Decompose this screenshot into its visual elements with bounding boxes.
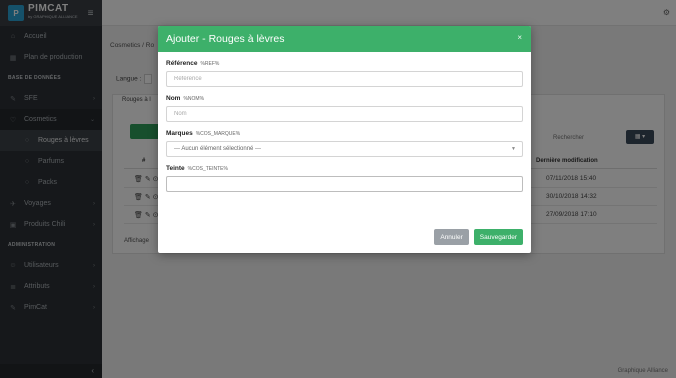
modal-footer: Annuler Sauvegarder [434, 229, 523, 245]
nom-label-text: Nom [166, 95, 181, 102]
field-nom: Nom %NOM% [166, 95, 523, 122]
chevron-down-icon: ▼ [511, 146, 516, 152]
marques-selected-value: --- Aucun élément sélectionné --- [174, 146, 262, 152]
add-lipstick-modal: Ajouter - Rouges à lèvres × Référence %RE… [158, 26, 531, 253]
marques-code: %COS_MARQUE% [195, 131, 241, 137]
nom-label: Nom %NOM% [166, 95, 523, 102]
close-icon[interactable]: × [517, 33, 522, 42]
modal-header: Ajouter - Rouges à lèvres × [158, 26, 531, 52]
marques-label-text: Marques [166, 130, 193, 137]
field-reference: Référence %REF% [166, 60, 523, 87]
cancel-button[interactable]: Annuler [434, 229, 469, 245]
reference-label: Référence %REF% [166, 60, 523, 67]
marques-select[interactable]: --- Aucun élément sélectionné --- ▼ [166, 141, 523, 157]
save-button[interactable]: Sauvegarder [473, 229, 523, 245]
teinte-label: Teinte %COS_TEINTE% [166, 165, 523, 172]
teinte-label-text: Teinte [166, 165, 185, 172]
modal-title: Ajouter - Rouges à lèvres [166, 33, 285, 45]
modal-body: Référence%REF% Nom%NOM% Marques%COS_MARQ… [158, 52, 531, 192]
field-teinte: Teinte %COS_TEINTE% [166, 165, 523, 192]
teinte-input[interactable] [166, 176, 523, 192]
reference-label-text: Référence [166, 60, 198, 67]
nom-input[interactable] [166, 106, 523, 122]
teinte-code: %COS_TEINTE% [187, 166, 228, 172]
field-marques: Marques %COS_MARQUE% --- Aucun élément sé… [166, 130, 523, 157]
reference-input[interactable] [166, 71, 523, 87]
marques-label: Marques %COS_MARQUE% [166, 130, 523, 137]
nom-code: %NOM% [183, 96, 205, 102]
reference-code: %REF% [200, 61, 220, 67]
